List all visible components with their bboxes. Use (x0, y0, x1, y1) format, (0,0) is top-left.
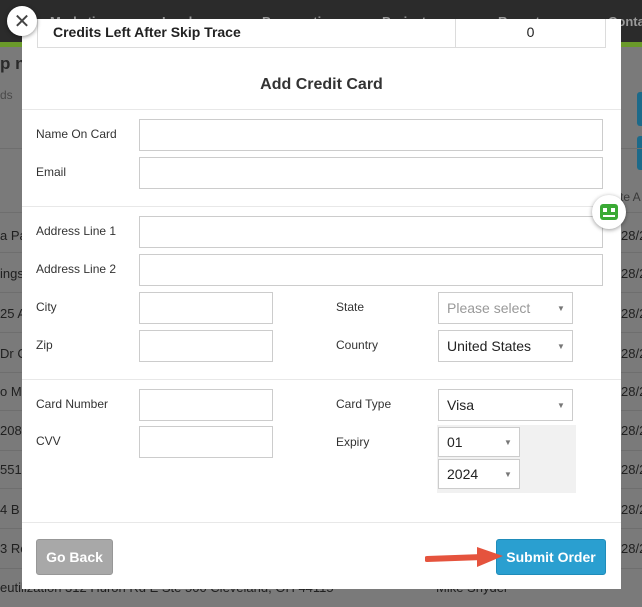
table-cell: 208 (0, 423, 22, 438)
side-action-button[interactable] (637, 92, 642, 126)
country-select[interactable]: United States ▼ (438, 330, 573, 362)
table-cell: 28/2 (621, 502, 642, 517)
expiry-month-select[interactable]: 01 ▼ (438, 427, 520, 457)
divider (22, 379, 621, 380)
credits-value: 0 (526, 24, 535, 40)
expiry-year-select[interactable]: 2024 ▼ (438, 459, 520, 489)
chat-widget-icon (600, 204, 618, 220)
table-cell: 4 B (0, 502, 20, 517)
table-cell: 28/2 (621, 462, 642, 477)
table-cell: 28/2 (621, 423, 642, 438)
chevron-down-icon: ▼ (504, 469, 512, 479)
name-on-card-input[interactable] (139, 119, 603, 151)
annotation-arrow-icon (425, 547, 503, 567)
chevron-down-icon: ▼ (557, 400, 565, 410)
address-line-1-input[interactable] (139, 216, 603, 248)
city-label: City (36, 300, 57, 314)
state-select-placeholder: Please select (447, 300, 531, 316)
credits-label: Credits Left After Skip Trace (38, 19, 456, 47)
city-input[interactable] (139, 292, 273, 324)
card-type-label: Card Type (336, 397, 392, 411)
email-label: Email (36, 165, 67, 179)
card-type-select[interactable]: Visa ▼ (438, 389, 573, 421)
divider (22, 206, 621, 207)
table-cell: 28/2 (621, 541, 642, 556)
chevron-down-icon: ▼ (557, 303, 565, 313)
zip-input[interactable] (139, 330, 273, 362)
credits-summary-row: Credits Left After Skip Trace 0 (37, 19, 606, 48)
table-cell: 28/2 (621, 384, 642, 399)
state-select[interactable]: Please select ▼ (438, 292, 573, 324)
close-icon: ✕ (13, 10, 31, 33)
submit-order-button[interactable]: Submit Order (496, 539, 606, 575)
name-on-card-label: Name On Card (36, 127, 117, 141)
page-subtitle: ds (0, 88, 13, 102)
expiry-label: Expiry (336, 435, 370, 449)
expiry-month-value: 01 (447, 434, 463, 450)
chevron-down-icon: ▼ (557, 341, 565, 351)
modal-title: Add Credit Card (260, 76, 383, 93)
table-cell: ings (0, 266, 24, 281)
state-label: State (336, 300, 365, 314)
table-cell: 28/2 (621, 346, 642, 361)
chat-widget-button[interactable] (592, 195, 626, 229)
side-action-button[interactable] (637, 136, 642, 170)
card-number-label: Card Number (36, 397, 109, 411)
expiry-year-value: 2024 (447, 466, 479, 482)
email-input[interactable] (139, 157, 603, 189)
card-type-select-value: Visa (447, 397, 474, 413)
chevron-down-icon: ▼ (504, 437, 512, 447)
table-cell: 28/2 (621, 306, 642, 321)
cvv-label: CVV (36, 434, 61, 448)
country-select-value: United States (447, 338, 532, 354)
table-cell: 28/2 (621, 266, 642, 281)
country-label: Country (336, 338, 379, 352)
table-cell: 28/2 (621, 228, 642, 243)
table-cell: 551 (0, 462, 22, 477)
address-line-1-label: Address Line 1 (36, 224, 117, 238)
cvv-input[interactable] (139, 426, 273, 458)
address-line-2-input[interactable] (139, 254, 603, 286)
address-line-2-label: Address Line 2 (36, 262, 117, 276)
zip-label: Zip (36, 338, 53, 352)
divider (22, 522, 621, 523)
add-credit-card-modal: Credits Left After Skip Trace 0 Add Cred… (22, 19, 621, 589)
close-button[interactable]: ✕ (7, 6, 37, 36)
go-back-button[interactable]: Go Back (36, 539, 113, 575)
divider (22, 109, 621, 110)
card-number-input[interactable] (139, 389, 273, 421)
